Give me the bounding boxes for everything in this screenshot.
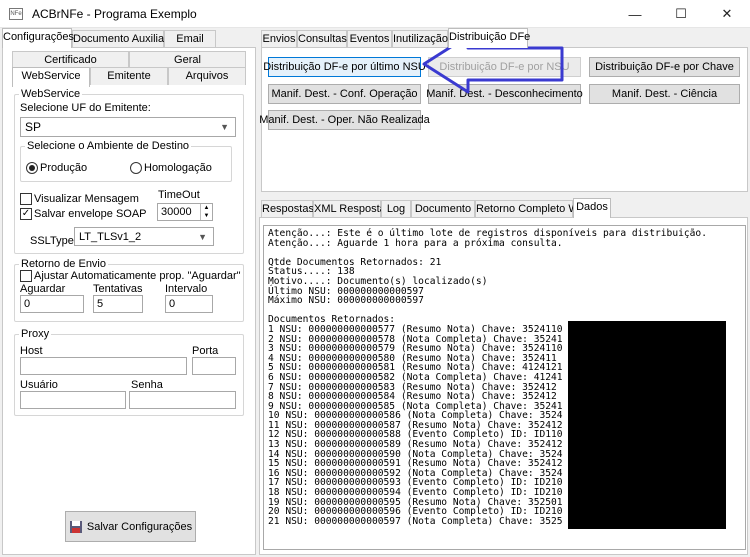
app-icon: NFe <box>9 8 23 20</box>
salvar-envelope-checkbox[interactable]: ✓ <box>20 208 32 220</box>
maximize-button[interactable]: ☐ <box>658 0 704 28</box>
tab-emitente[interactable]: Emitente <box>90 67 168 85</box>
visualizar-label: Visualizar Mensagem <box>34 193 139 205</box>
manif-conf-operacao-button[interactable]: Manif. Dest. - Conf. Operação <box>268 84 421 104</box>
redaction-box <box>568 321 726 529</box>
distribuicao-ultimo-nsu-button[interactable]: Distribuição DF-e por último NSU <box>263 57 426 77</box>
tab-webservice[interactable]: WebService <box>12 67 90 87</box>
retorno-group-label: Retorno de Envio <box>19 258 108 270</box>
tab-log[interactable]: Log <box>381 200 411 218</box>
ssltype-select[interactable]: LT_TLSv1_2 ▼ <box>74 227 214 246</box>
save-icon <box>69 520 82 533</box>
tab-distribuicao-dfe[interactable]: Distribuição DFe <box>448 28 530 48</box>
tab-consultas[interactable]: Consultas <box>297 30 347 48</box>
usuario-label: Usuário <box>20 379 58 391</box>
tab-envios[interactable]: Envios <box>261 30 297 48</box>
chevron-down-icon: ▼ <box>220 122 229 132</box>
proxy-group-label: Proxy <box>19 328 52 340</box>
ajustar-checkbox[interactable] <box>20 270 32 282</box>
salvar-configuracoes-button[interactable]: Salvar Configurações <box>65 511 196 542</box>
aguardar-input[interactable]: 0 <box>20 295 84 313</box>
webservice-group-label: WebService <box>19 88 83 100</box>
tab-configuracoes[interactable]: Configurações <box>2 28 74 48</box>
host-input[interactable] <box>20 357 187 375</box>
producao-radio[interactable] <box>26 162 38 174</box>
minimize-button[interactable]: — <box>612 0 658 28</box>
homologacao-radio[interactable] <box>130 162 142 174</box>
title-bar: NFe ACBrNFe - Programa Exemplo — ☐ ✕ <box>0 0 750 28</box>
manif-ciencia-button[interactable]: Manif. Dest. - Ciência <box>589 84 740 104</box>
tentativas-label: Tentativas <box>93 283 143 295</box>
uf-label: Selecione UF do Emitente: <box>20 102 151 114</box>
tab-retorno-completo-ws[interactable]: Retorno Completo WS <box>475 200 586 218</box>
chevron-down-icon: ▼ <box>198 232 207 242</box>
spin-arrows-icon[interactable]: ▲ ▼ <box>200 204 212 220</box>
ambiente-group-label: Selecione o Ambiente de Destino <box>25 140 192 152</box>
timeout-label: TimeOut <box>158 189 200 201</box>
homologacao-label: Homologação <box>144 162 212 174</box>
tentativas-input[interactable]: 5 <box>93 295 143 313</box>
tab-xml-resposta[interactable]: XML Resposta <box>313 200 386 218</box>
tab-email[interactable]: Email <box>164 30 216 48</box>
intervalo-label: Intervalo <box>165 283 208 295</box>
tab-documento-auxiliar[interactable]: Documento Auxiliar <box>72 30 168 48</box>
manif-nao-realizada-button[interactable]: Manif. Dest. - Oper. Não Realizada <box>259 110 430 130</box>
senha-label: Senha <box>131 379 163 391</box>
ssltype-label: SSLType <box>30 235 74 247</box>
timeout-spin[interactable]: 30000 ▲ ▼ <box>157 203 213 221</box>
senha-input[interactable] <box>129 391 236 409</box>
producao-label: Produção <box>40 162 88 174</box>
salvar-configuracoes-label: Salvar Configurações <box>86 520 193 533</box>
salvar-envelope-label: Salvar envelope SOAP <box>34 208 147 220</box>
memo-line: Máximo NSU: 000000000000597 <box>268 295 424 307</box>
distribuicao-chave-button[interactable]: Distribuição DF-e por Chave <box>589 57 740 77</box>
tab-documento[interactable]: Documento <box>411 200 475 218</box>
window-title: ACBrNFe - Programa Exemplo <box>32 7 197 21</box>
close-button[interactable]: ✕ <box>704 0 750 28</box>
tab-eventos[interactable]: Eventos <box>347 30 392 48</box>
right-tabbar: Envios Consultas Eventos Inutilização Di… <box>261 28 747 48</box>
ajustar-label: Ajustar Automaticamente prop. "Aguardar" <box>34 270 241 282</box>
uf-value: SP <box>25 120 42 134</box>
ssltype-value: LT_TLSv1_2 <box>79 231 142 243</box>
timeout-value: 30000 <box>161 206 192 218</box>
visualizar-checkbox[interactable] <box>20 193 32 205</box>
sub-tabbar: Certificado Geral WebService Emitente Ar… <box>12 51 246 87</box>
tab-arquivos[interactable]: Arquivos <box>168 67 246 85</box>
host-label: Host <box>20 345 43 357</box>
aguardar-label: Aguardar <box>20 283 66 295</box>
tab-dados[interactable]: Dados <box>573 198 611 218</box>
bottom-tabbar: Respostas XML Resposta Log Documento Ret… <box>261 198 747 218</box>
tab-respostas[interactable]: Respostas <box>261 200 314 218</box>
left-tabbar: Configurações Documento Auxiliar Email <box>2 28 256 48</box>
usuario-input[interactable] <box>20 391 126 409</box>
memo-line: Atenção...: Aguarde 1 hora para a próxim… <box>268 237 563 249</box>
intervalo-input[interactable]: 0 <box>165 295 213 313</box>
uf-select[interactable]: SP ▼ <box>20 117 236 137</box>
porta-label: Porta <box>192 345 219 357</box>
porta-input[interactable] <box>192 357 236 375</box>
